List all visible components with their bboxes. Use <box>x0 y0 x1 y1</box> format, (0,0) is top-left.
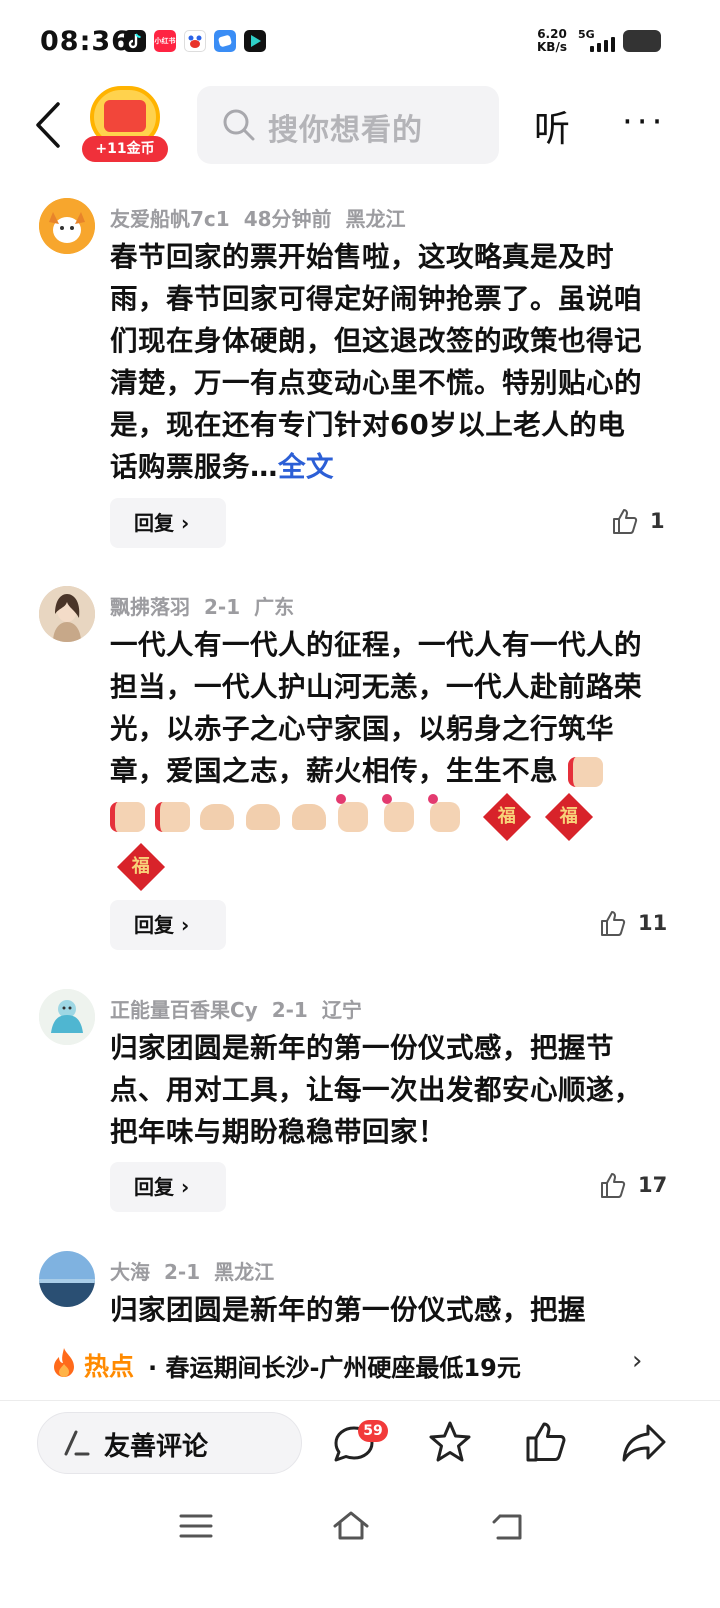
tiktok-icon <box>124 30 146 52</box>
comment-meta: 飘拂落羽 2-1 广东 <box>110 591 308 620</box>
like-button[interactable]: 11 <box>598 908 667 938</box>
pen-icon <box>64 1430 90 1456</box>
comment-text: 归家团圆是新年的第一份仪式感，把握节点、用对工具，让每一次出发都安心顺遂，把年味… <box>110 1032 642 1148</box>
comment-time: 48分钟前 <box>243 207 332 231</box>
like-button[interactable]: 17 <box>598 1170 667 1200</box>
comment-body: 春节回家的票开始售啦，这攻略真是及时雨，春节回家可得定好闹钟抢票了。虽说咱们现在… <box>110 241 642 483</box>
reply-label: 回复 <box>134 1175 174 1199</box>
status-time: 08:36 <box>40 26 131 57</box>
thumbs-up-icon <box>601 911 626 936</box>
more-button[interactable]: ··· <box>622 102 666 142</box>
fu-emoji-icon: 福 <box>544 792 594 842</box>
chevron-right-icon[interactable]: › <box>632 1346 642 1376</box>
listen-button[interactable]: 听 <box>534 100 570 152</box>
finger-heart-emoji-icon <box>382 794 414 832</box>
comment-username[interactable]: 飘拂落羽 <box>110 595 190 619</box>
coin-reward-label: +11金币 <box>82 136 168 162</box>
home-icon[interactable] <box>331 1508 371 1544</box>
like-count: 17 <box>638 1173 668 1197</box>
fu-emoji-icon: 福 <box>116 842 166 892</box>
network-speed-unit: KB/s <box>537 40 567 54</box>
video-icon <box>244 30 266 52</box>
comment-location: 黑龙江 <box>345 207 406 231</box>
comment-username[interactable]: 大海 <box>110 1260 150 1284</box>
comment-body: 一代人有一代人的征程，一代人有一代人的担当，一代人护山河无恙，一代人赴前路荣光，… <box>110 629 642 787</box>
search-icon <box>223 109 255 141</box>
like-button[interactable]: 1 <box>610 506 665 536</box>
comment-username[interactable]: 友爱船帆7c1 <box>110 207 230 231</box>
reply-button[interactable]: 回复 › <box>110 900 226 950</box>
finger-heart-emoji-icon <box>428 794 460 832</box>
reply-label: 回复 <box>134 913 174 937</box>
xiaohongshu-icon: 小红书 <box>154 30 176 52</box>
reply-button[interactable]: 回复 › <box>110 1162 226 1212</box>
divider <box>0 1400 720 1401</box>
network-speed: 6.20 KB/s <box>537 28 567 54</box>
finger-heart-emoji-icon <box>336 794 368 832</box>
avatar[interactable] <box>39 586 95 642</box>
reply-button[interactable]: 回复 › <box>110 498 226 548</box>
star-icon[interactable] <box>426 1418 474 1466</box>
thumbs-up-emoji-icon <box>568 757 604 787</box>
back-button[interactable] <box>30 100 70 150</box>
comment-text: 归家团圆是新年的第一份仪式感，把握 <box>110 1294 586 1326</box>
flexed-biceps-emoji-icon <box>246 804 280 830</box>
baidu-icon <box>184 30 206 52</box>
full-text-link[interactable]: 全文 <box>278 451 334 483</box>
hot-topic-text[interactable]: · 春运期间长沙-广州硬座最低19元 <box>148 1348 521 1383</box>
like-count: 1 <box>650 509 665 533</box>
comment-location: 黑龙江 <box>214 1260 275 1284</box>
flexed-biceps-emoji-icon <box>200 804 234 830</box>
comment-meta: 正能量百香果Cy 2-1 辽宁 <box>110 994 376 1023</box>
search-placeholder[interactable]: 搜你想看的 <box>268 105 423 149</box>
comment-text: 春节回家的票开始售啦，这攻略真是及时雨，春节回家可得定好闹钟抢票了。虽说咱们现在… <box>110 236 650 488</box>
comment-location: 广东 <box>254 595 295 619</box>
comment-time: 2-1 <box>271 998 308 1022</box>
back-nav-icon[interactable] <box>488 1508 528 1544</box>
share-icon[interactable] <box>620 1418 670 1466</box>
battery-icon <box>623 30 661 52</box>
comment-time: 2-1 <box>204 595 241 619</box>
comment-input-label[interactable]: 友善评论 <box>104 1426 208 1463</box>
coin-reward-badge[interactable]: +11金币 <box>82 86 168 166</box>
thumbs-up-emoji-icon <box>155 802 190 832</box>
like-count: 11 <box>638 911 668 935</box>
comment-time: 2-1 <box>164 1260 201 1284</box>
like-article-icon[interactable] <box>522 1418 570 1466</box>
chevron-left-icon <box>36 102 60 148</box>
comment-count-badge: 59 <box>358 1420 388 1442</box>
hot-label: 热点 <box>84 1352 135 1381</box>
fire-icon <box>54 1348 74 1377</box>
avatar[interactable] <box>39 1251 95 1307</box>
envelope-shape <box>104 100 146 132</box>
comment-text: 一代人有一代人的征程，一代人有一代人的担当，一代人护山河无恙，一代人赴前路荣光，… <box>110 624 650 892</box>
comment-location: 辽宁 <box>321 998 362 1022</box>
avatar[interactable] <box>39 989 95 1045</box>
flexed-biceps-emoji-icon <box>292 804 326 830</box>
comment-meta: 友爱船帆7c1 48分钟前 黑龙江 <box>110 203 420 232</box>
thumbs-up-emoji-icon <box>110 802 145 832</box>
thumbs-up-icon <box>601 1173 626 1198</box>
signal-icon <box>590 34 620 52</box>
comment-username[interactable]: 正能量百香果Cy <box>110 998 258 1022</box>
reply-label: 回复 <box>134 511 174 535</box>
messaging-icon <box>214 30 236 52</box>
comment-meta: 大海 2-1 黑龙江 <box>110 1256 288 1285</box>
fu-emoji-icon: 福 <box>482 792 532 842</box>
avatar[interactable] <box>39 198 95 254</box>
thumbs-up-icon <box>613 509 638 534</box>
menu-icon[interactable] <box>176 1508 216 1544</box>
